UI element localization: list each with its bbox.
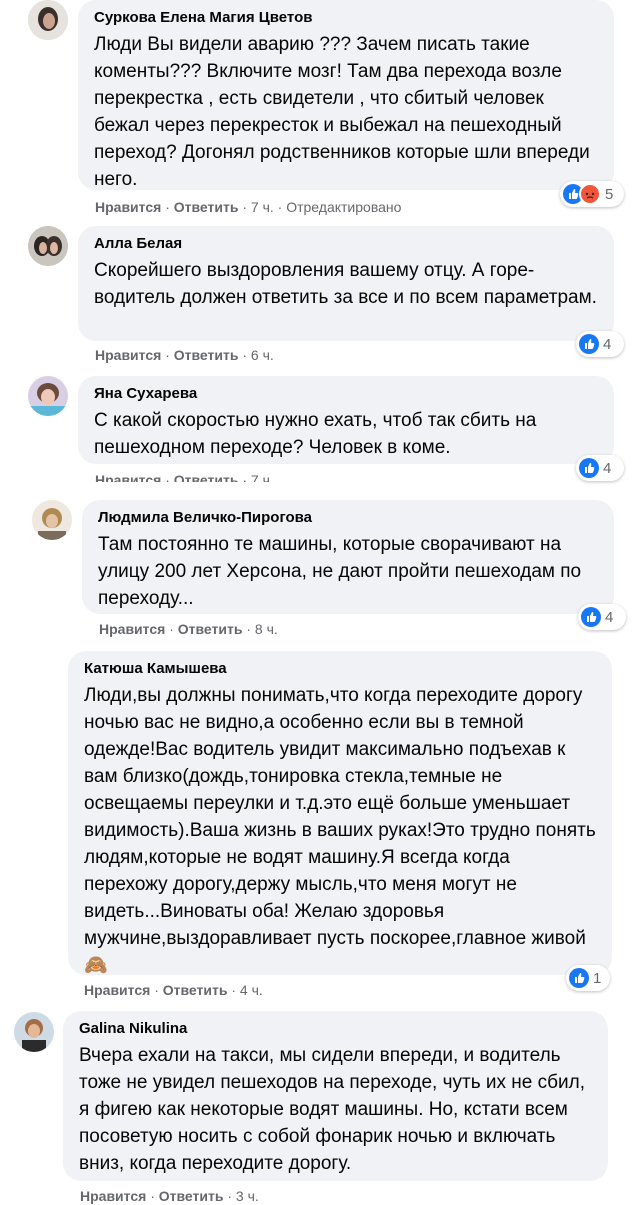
comment-text: Люди,вы должны понимать,что когда перехо… [84,685,596,976]
like-link[interactable]: Нравится [95,472,161,482]
reply-link[interactable]: Ответить [178,621,243,637]
comment-bubble: Galina Nikulina Вчера ехали на такси, мы… [63,1011,608,1181]
comment-actions: Нравится · Ответить · 3 ч. [80,1188,259,1204]
thumbs-up-icon [579,334,599,354]
comment-bubble: Катюша Камышева Люди,вы должны понимать,… [68,651,612,976]
reaction-count: 5 [605,185,614,203]
comment-author[interactable]: Galina Nikulina [79,1019,592,1039]
reactions-badge[interactable]: 1 [566,965,610,991]
timestamp[interactable]: 3 ч. [236,1188,259,1204]
comment-author[interactable]: Суркова Елена Магия Цветов [94,8,598,28]
like-link[interactable]: Нравится [99,621,165,637]
reactions-badge[interactable]: 5 [560,181,624,207]
avatar[interactable] [14,1012,54,1052]
comment-author[interactable]: Алла Белая [94,234,598,254]
comment-actions: Нравится · Ответить · 4 ч. [84,982,263,998]
like-link[interactable]: Нравится [80,1188,146,1204]
comment-bubble: Яна Сухарева С какой скоростью нужно еха… [78,376,614,464]
timestamp[interactable]: 8 ч. [255,621,278,637]
thumbs-up-icon [581,607,601,627]
reaction-count: 1 [593,969,602,987]
timestamp[interactable]: 7 ч. [251,199,274,215]
timestamp[interactable]: 4 ч. [240,982,263,998]
comment-bubble: Алла Белая Скорейшего выздоровления ваше… [78,226,614,341]
reaction-count: 4 [603,459,612,477]
comment-author[interactable]: Яна Сухарева [94,384,598,404]
comment-actions: Нравится · Ответить · 6 ч. [95,347,274,363]
avatar[interactable] [32,500,72,540]
like-link[interactable]: Нравится [84,982,150,998]
comment-text: Там постоянно те машины, которые сворачи… [98,534,582,609]
angry-face-icon [579,183,601,205]
reply-link[interactable]: Ответить [174,472,239,482]
comment-text: Скорейшего выздоровления вашему отцу. А … [94,260,597,308]
comment-actions: Нравится · Ответить · 7 ч. · Отредактиро… [95,199,402,215]
reactions-badge[interactable]: 4 [578,604,626,630]
reply-link[interactable]: Ответить [163,982,228,998]
comment-actions: Нравится · Ответить · 7 ч. [95,471,274,482]
comment-text: Вчера ехали на такси, мы сидели впереди,… [79,1045,585,1174]
timestamp[interactable]: 7 ч. [251,472,274,482]
reactions-badge[interactable]: 4 [576,455,624,481]
reaction-count: 4 [603,335,612,353]
edited-label: Отредактировано [286,199,402,215]
reply-link[interactable]: Ответить [159,1188,224,1204]
comment-actions: Нравится · Ответить · 8 ч. [99,621,278,637]
comment-bubble: Людмила Величко-Пирогова Там постоянно т… [82,500,614,614]
comment-text: Люди Вы видели аварию ??? Зачем писать т… [94,34,590,190]
thumbs-up-icon [569,968,589,988]
thumbs-up-icon [579,458,599,478]
avatar[interactable] [28,226,68,266]
timestamp[interactable]: 6 ч. [251,347,274,363]
see-no-evil-monkey-icon: 🙈 [84,955,108,976]
reply-link[interactable]: Ответить [174,199,239,215]
avatar[interactable] [28,376,68,416]
comment-bubble: Суркова Елена Магия Цветов Люди Вы видел… [78,0,614,190]
like-link[interactable]: Нравится [95,199,161,215]
avatar[interactable] [28,0,68,40]
reaction-count: 4 [605,608,614,626]
comment-author[interactable]: Людмила Величко-Пирогова [98,508,598,528]
reply-link[interactable]: Ответить [174,347,239,363]
reactions-badge[interactable]: 4 [576,331,624,357]
comment-author[interactable]: Катюша Камышева [84,659,596,679]
comment-text: С какой скоростью нужно ехать, чтоб так … [94,410,537,458]
like-link[interactable]: Нравится [95,347,161,363]
